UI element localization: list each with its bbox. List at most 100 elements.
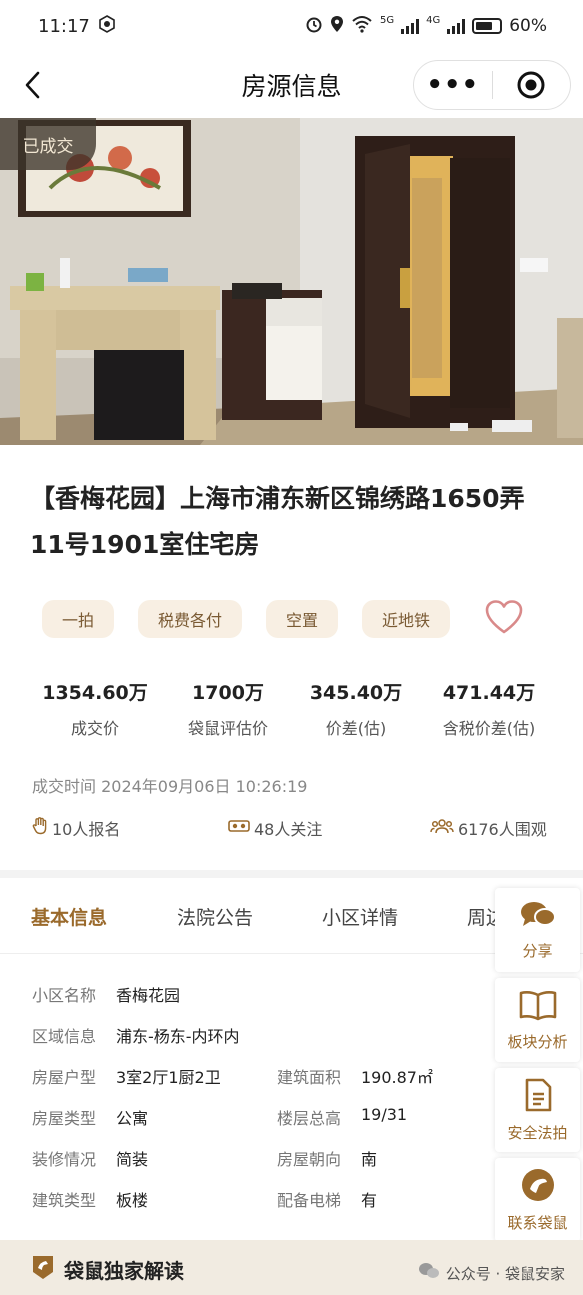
info-label: 楼层总高	[277, 1109, 342, 1128]
tab-basic-info[interactable]: 基本信息	[31, 903, 107, 930]
info-value: 香梅花园	[116, 986, 181, 1005]
info-label: 区域信息	[32, 1027, 97, 1046]
status-bar: 11:17 5G 4G 60%	[0, 0, 583, 52]
tag-item: 近地铁	[362, 600, 451, 638]
network-4g-label: 4G	[426, 14, 441, 26]
chat-bubble-icon	[519, 900, 557, 934]
info-label: 小区名称	[32, 986, 97, 1005]
battery-level: 60%	[509, 16, 547, 36]
favorite-heart-icon[interactable]	[484, 598, 524, 638]
glasses-icon	[228, 818, 250, 838]
safe-auction-label: 安全法拍	[507, 1123, 568, 1142]
exclusive-banner: 袋鼠独家解读 公众号 · 袋鼠安家	[0, 1240, 583, 1295]
stat-value: 1700万	[192, 682, 264, 704]
info-value: 19/31	[361, 1105, 408, 1124]
close-target-icon[interactable]	[493, 70, 571, 100]
info-label: 房屋类型	[32, 1109, 97, 1128]
tag-item: 一拍	[42, 600, 115, 638]
document-icon	[523, 1078, 553, 1116]
property-tags: 一拍 税费各付 空置 近地铁	[42, 600, 451, 638]
nav-bar: 房源信息 •••	[0, 52, 583, 118]
info-label: 房屋户型	[32, 1068, 97, 1087]
page-title: 房源信息	[241, 72, 342, 101]
more-options-button[interactable]: •••	[414, 70, 492, 100]
info-row: 房屋户型 3室2厅1厨2卫 建筑面积 190.87㎡	[32, 1064, 552, 1105]
basic-info-table: 小区名称 香梅花园 区域信息 浦东-杨东-内环内 房屋户型 3室2厅1厨2卫 建…	[32, 982, 552, 1228]
info-row: 装修情况 简装 房屋朝向 南	[32, 1146, 552, 1187]
info-row: 区域信息 浦东-杨东-内环内	[32, 1023, 552, 1064]
back-arrow-icon[interactable]	[18, 68, 48, 102]
signal-icon	[447, 18, 466, 34]
wechat-icon	[418, 1262, 440, 1284]
stat-value: 1354.60万	[42, 682, 148, 704]
info-label: 装修情况	[32, 1150, 97, 1169]
book-icon	[519, 989, 557, 1025]
stat-tax-gap: 471.44万 含税价差(估)	[424, 678, 554, 739]
status-time: 11:17	[38, 15, 90, 37]
info-value: 南	[361, 1150, 378, 1169]
info-value: 简装	[116, 1150, 149, 1169]
signup-text: 10人报名	[52, 820, 121, 839]
tag-item: 税费各付	[138, 600, 243, 638]
contact-button[interactable]: 联系袋鼠	[495, 1158, 580, 1242]
info-label: 建筑面积	[277, 1068, 342, 1087]
stat-value: 345.40万	[309, 682, 403, 704]
wifi-icon	[351, 15, 373, 38]
info-value: 3室2厅1厨2卫	[116, 1068, 221, 1087]
info-value: 有	[361, 1191, 378, 1210]
share-label: 分享	[522, 941, 553, 960]
tab-court-notice[interactable]: 法院公告	[177, 903, 253, 930]
exclusive-title: 袋鼠独家解读	[30, 1254, 184, 1285]
stat-deal-price: 1354.60万 成交价	[0, 678, 190, 739]
stat-value: 471.44万	[442, 682, 536, 704]
watermark: 公众号 · 袋鼠安家	[418, 1262, 565, 1284]
tag-item: 空置	[266, 600, 339, 638]
follower-text: 48人关注	[254, 820, 323, 839]
deal-status-badge: 已成交	[0, 118, 96, 170]
info-value: 190.87㎡	[361, 1068, 433, 1087]
exclusive-text: 袋鼠独家解读	[64, 1259, 184, 1283]
signal-icon	[401, 18, 420, 34]
viewer-text: 6176人围观	[458, 820, 547, 839]
info-value: 板楼	[116, 1191, 149, 1210]
sector-analysis-button[interactable]: 板块分析	[495, 978, 580, 1062]
info-row: 建筑类型 板楼 配备电梯 有	[32, 1187, 552, 1228]
stat-price-gap: 345.40万 价差(估)	[296, 678, 416, 739]
property-photo[interactable]	[0, 118, 583, 445]
info-value: 浦东-杨东-内环内	[116, 1027, 240, 1046]
sector-analysis-label: 板块分析	[507, 1032, 568, 1051]
section-divider	[0, 870, 583, 878]
stat-label: 袋鼠评估价	[187, 719, 268, 738]
viewer-count: 6176人围观	[430, 816, 547, 840]
info-value: 公寓	[116, 1109, 149, 1128]
share-button[interactable]: 分享	[495, 888, 580, 972]
stat-appraisal: 1700万 袋鼠评估价	[168, 678, 288, 739]
follower-count: 48人关注	[228, 816, 322, 840]
group-icon	[430, 818, 454, 838]
info-label: 房屋朝向	[277, 1150, 342, 1169]
stat-label: 含税价差(估)	[442, 719, 536, 738]
hand-icon	[32, 817, 48, 839]
location-icon	[330, 15, 344, 38]
signup-count: 10人报名	[32, 816, 120, 840]
info-row: 房屋类型 公寓 楼层总高 19/31	[32, 1105, 552, 1146]
mini-program-capsule: •••	[413, 60, 571, 110]
tab-community-details[interactable]: 小区详情	[322, 903, 398, 930]
price-stats: 1354.60万 成交价 1700万 袋鼠评估价 345.40万 价差(估) 4…	[0, 678, 583, 739]
network-5g-label: 5G	[379, 14, 395, 26]
kangaroo-logo-icon	[521, 1168, 555, 1206]
info-label: 建筑类型	[32, 1191, 97, 1210]
property-title: 【香梅花园】上海市浦东新区锦绣路1650弄11号1901室住宅房	[30, 484, 525, 559]
safe-auction-button[interactable]: 安全法拍	[495, 1068, 580, 1152]
alarm-icon	[305, 15, 323, 38]
stat-label: 价差(估)	[325, 719, 387, 738]
info-row: 小区名称 香梅花园	[32, 982, 552, 1023]
stat-label: 成交价	[70, 719, 119, 738]
watermark-text: 公众号 · 袋鼠安家	[445, 1264, 565, 1283]
deal-time: 成交时间 2024年09月06日 10:26:19	[32, 777, 308, 796]
battery-icon	[472, 18, 503, 34]
kangaroo-badge-icon	[30, 1254, 56, 1285]
contact-label: 联系袋鼠	[507, 1213, 568, 1232]
engagement-meta: 10人报名 48人关注 6176人围观	[32, 816, 552, 842]
app-notification-icon	[98, 14, 116, 38]
